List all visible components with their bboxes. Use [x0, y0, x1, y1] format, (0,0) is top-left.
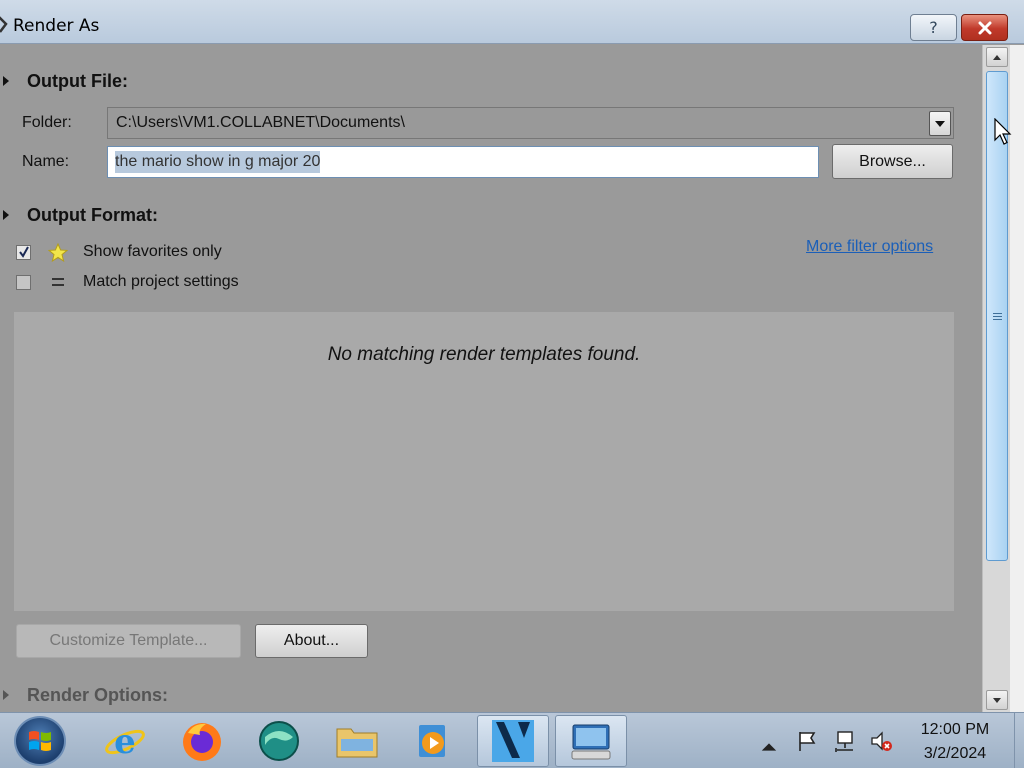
close-icon	[978, 21, 991, 34]
firefox-taskbar-item[interactable]	[166, 715, 238, 767]
name-label: Name:	[22, 153, 70, 170]
render-options-section-header[interactable]: Render Options:	[0, 682, 168, 708]
taskbar: e 12:00 PM 3/2/2024	[0, 712, 1024, 768]
folder-icon	[336, 728, 378, 758]
output-format-section-header[interactable]: Output Format:	[0, 202, 158, 228]
render-options-heading: Render Options:	[27, 684, 169, 705]
windows-logo-icon	[29, 731, 51, 751]
media-player-taskbar-item[interactable]	[397, 715, 469, 767]
match-project-row: Match project settings	[16, 270, 239, 294]
action-center-flag-icon[interactable]	[796, 729, 820, 753]
chevron-down-icon	[935, 120, 945, 127]
show-favorites-label: Show favorites only	[83, 243, 222, 260]
help-icon: ?	[929, 18, 938, 37]
media-player-icon	[419, 725, 445, 757]
sphere-app-icon	[259, 721, 299, 761]
name-field[interactable]: the mario show in g major 20	[107, 146, 819, 178]
help-button[interactable]: ?	[910, 14, 957, 41]
remote-desktop-icon	[571, 724, 611, 760]
folder-dropdown[interactable]: C:\Users\VM1.COLLABNET\Documents\	[107, 107, 954, 139]
clock-time: 12:00 PM	[920, 721, 990, 738]
close-button[interactable]	[961, 14, 1008, 41]
svg-text:e: e	[114, 722, 136, 762]
render-as-dialog: Output File: Folder: C:\Users\VM1.COLLAB…	[0, 45, 982, 712]
about-button[interactable]: About...	[255, 624, 368, 658]
vegas-icon	[492, 720, 534, 762]
file-explorer-taskbar-item[interactable]	[321, 715, 393, 767]
clock-date: 3/2/2024	[923, 745, 987, 762]
show-hidden-icons-icon[interactable]	[757, 735, 781, 759]
browse-button-label: Browse...	[859, 152, 926, 170]
app-icon	[0, 16, 8, 33]
mouse-cursor-icon	[994, 118, 1012, 145]
remote-desktop-taskbar-item[interactable]	[555, 715, 627, 767]
internet-explorer-taskbar-item[interactable]: e	[89, 715, 161, 767]
expand-arrow-icon	[3, 210, 9, 220]
show-favorites-checkbox[interactable]	[16, 244, 31, 260]
expand-arrow-icon	[3, 76, 9, 86]
firefox-icon	[183, 723, 221, 761]
match-project-label: Match project settings	[83, 273, 239, 290]
folder-dropdown-button[interactable]	[929, 111, 951, 136]
show-desktop-button[interactable]	[1014, 713, 1024, 768]
no-templates-message: No matching render templates found.	[327, 344, 641, 365]
star-icon	[47, 242, 69, 262]
show-favorites-row: Show favorites only	[16, 240, 222, 264]
vegas-render-taskbar-item[interactable]	[477, 715, 549, 767]
start-button[interactable]	[14, 716, 66, 766]
checkmark-icon	[18, 246, 29, 258]
scroll-up-button[interactable]	[986, 47, 1008, 67]
window-title: Render As	[13, 16, 100, 36]
output-file-heading: Output File:	[27, 70, 128, 91]
internet-explorer-icon: e	[105, 722, 145, 762]
render-templates-list[interactable]: No matching render templates found.	[14, 312, 954, 611]
name-field-value: the mario show in g major 20	[115, 151, 321, 173]
expand-arrow-icon	[3, 690, 9, 700]
folder-value: C:\Users\VM1.COLLABNET\Documents\	[116, 114, 405, 131]
scroll-down-button[interactable]	[986, 690, 1008, 710]
match-project-checkbox[interactable]	[16, 274, 31, 290]
customize-template-button: Customize Template...	[16, 624, 241, 658]
network-icon[interactable]	[833, 729, 857, 753]
about-button-label: About...	[283, 632, 340, 649]
arrow-up-icon	[993, 54, 1001, 60]
output-file-section-header[interactable]: Output File:	[0, 68, 128, 94]
title-bar: Render As ?	[0, 0, 1024, 44]
browse-button[interactable]: Browse...	[832, 144, 953, 179]
folder-label: Folder:	[22, 114, 72, 131]
more-filter-options-link[interactable]: More filter options	[806, 238, 933, 256]
equals-icon	[47, 278, 69, 286]
grip-icon	[992, 312, 1002, 320]
customize-template-label: Customize Template...	[49, 632, 208, 649]
arrow-down-icon	[993, 697, 1001, 703]
volume-muted-icon[interactable]	[869, 729, 893, 753]
system-clock[interactable]: 12:00 PM 3/2/2024	[905, 718, 1005, 766]
sphere-app-taskbar-item[interactable]	[243, 715, 315, 767]
output-format-heading: Output Format:	[27, 204, 158, 225]
